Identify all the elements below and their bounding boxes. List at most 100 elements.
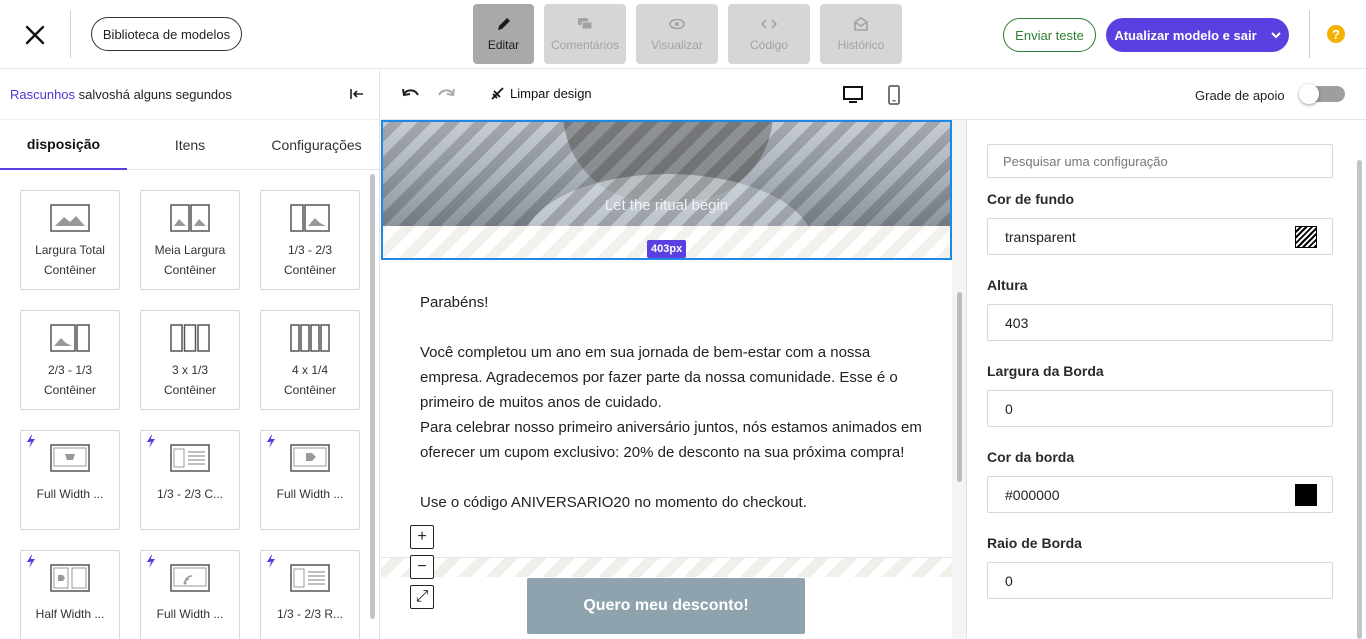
bolt-icon bbox=[27, 554, 35, 568]
layout-item-third-text[interactable]: 1/3 - 2/3 C... bbox=[140, 430, 240, 530]
collapse-panel-icon[interactable] bbox=[349, 86, 365, 102]
divider bbox=[70, 10, 71, 58]
layout-thumbnail-icon bbox=[50, 324, 90, 352]
transparent-swatch[interactable] bbox=[1295, 226, 1317, 248]
layout-item-three[interactable]: 3 x 1/3 Contêiner bbox=[140, 310, 240, 410]
settings-search-input[interactable]: Pesquisar uma configuração bbox=[987, 144, 1333, 178]
field-value: 0 bbox=[1005, 572, 1013, 589]
drafts-link[interactable]: Rascunhos bbox=[10, 87, 75, 102]
template-library-button[interactable]: Biblioteca de modelos bbox=[91, 17, 242, 51]
background-color-input[interactable]: transparent bbox=[987, 218, 1333, 255]
mode-label: Código bbox=[749, 38, 789, 52]
hero-image-block[interactable]: Let the ritual begin 403px bbox=[381, 120, 952, 260]
email-canvas: Let the ritual begin 403px Parabéns! Voc… bbox=[381, 120, 966, 639]
layout-thumbnail-icon bbox=[170, 564, 210, 592]
layout-item-third-rss[interactable]: 1/3 - 2/3 R... bbox=[260, 550, 360, 639]
discount-cta-button[interactable]: Quero meu desconto! bbox=[527, 578, 805, 634]
left-scrollbar[interactable] bbox=[370, 174, 375, 619]
zoom-in-button[interactable]: + bbox=[410, 525, 434, 549]
layout-item-label: Largura Total Contêiner bbox=[35, 243, 105, 277]
text-block[interactable]: Parabéns! Você completou um ano em sua j… bbox=[420, 290, 930, 515]
chevron-down-icon[interactable] bbox=[1270, 31, 1281, 39]
paragraph: Use o código ANIVERSARIO20 no momento do… bbox=[420, 494, 807, 511]
layout-item-two-third[interactable]: 2/3 - 1/3 Contêiner bbox=[20, 310, 120, 410]
layout-item-label: Full Width ... bbox=[36, 487, 104, 501]
mobile-icon[interactable] bbox=[883, 84, 905, 106]
tab-layout[interactable]: disposição bbox=[0, 120, 127, 170]
layout-item-third-two[interactable]: 1/3 - 2/3 Contêiner bbox=[260, 190, 360, 290]
color-swatch[interactable] bbox=[1295, 484, 1317, 506]
border-radius-input[interactable]: 0 bbox=[987, 562, 1333, 599]
layout-item-full[interactable]: Largura Total Contêiner bbox=[20, 190, 120, 290]
layout-thumbnail-icon bbox=[170, 444, 210, 472]
border-width-input[interactable]: 0 bbox=[987, 390, 1333, 427]
undo-icon[interactable] bbox=[400, 84, 422, 106]
draft-status: Rascunhos salvoshá alguns segundos bbox=[10, 87, 232, 102]
mode-comments-button[interactable]: Comentários bbox=[544, 4, 626, 64]
comments-icon bbox=[578, 18, 593, 30]
fit-screen-button[interactable]: ⤢ bbox=[410, 585, 434, 609]
code-icon bbox=[761, 19, 777, 29]
zoom-out-button[interactable]: − bbox=[410, 555, 434, 579]
layout-item-half-tag[interactable]: Half Width ... bbox=[20, 550, 120, 639]
mode-preview-button[interactable]: Visualizar bbox=[636, 4, 718, 64]
mode-switcher: Editar Comentários Visualizar Código His… bbox=[473, 4, 902, 64]
hero-caption: Let the ritual begin bbox=[604, 197, 729, 214]
layout-item-label: 1/3 - 2/3 R... bbox=[276, 607, 344, 621]
border-radius-label: Raio de Borda bbox=[987, 535, 1082, 551]
layout-thumbnail-icon bbox=[50, 444, 90, 472]
layout-item-full-cart[interactable]: Full Width ... bbox=[20, 430, 120, 530]
update-template-button[interactable]: Atualizar modelo e sair bbox=[1106, 18, 1289, 52]
tab-items[interactable]: Itens bbox=[127, 120, 253, 170]
layout-item-label: Meia Largura Contêiner bbox=[154, 243, 226, 277]
layout-thumbnail-icon bbox=[50, 204, 90, 232]
mode-label: Editar bbox=[487, 38, 520, 52]
draft-saved-text: salvoshá alguns segundos bbox=[75, 87, 232, 102]
redo-icon[interactable] bbox=[435, 84, 457, 106]
border-color-label: Cor da borda bbox=[987, 449, 1075, 465]
close-icon[interactable] bbox=[22, 22, 48, 48]
mode-history-button[interactable]: Histórico bbox=[820, 4, 902, 64]
pencil-icon bbox=[497, 18, 510, 30]
bolt-icon bbox=[147, 434, 155, 448]
border-width-label: Largura da Borda bbox=[987, 363, 1104, 379]
layout-item-label: 3 x 1/3 Contêiner bbox=[163, 363, 217, 397]
send-test-button[interactable]: Enviar teste bbox=[1003, 18, 1096, 52]
clear-design-label: Limpar design bbox=[510, 86, 592, 101]
paragraph: Para celebrar nosso primeiro aniversário… bbox=[420, 419, 922, 461]
layout-thumbnail-icon bbox=[290, 204, 330, 232]
mode-label: Visualizar bbox=[651, 38, 703, 52]
height-label: Altura bbox=[987, 277, 1028, 293]
mode-code-button[interactable]: Código bbox=[728, 4, 810, 64]
layout-item-label: Full Width ... bbox=[156, 607, 224, 621]
canvas-scrollbar[interactable] bbox=[957, 292, 962, 482]
support-grid-toggle[interactable] bbox=[1299, 84, 1345, 104]
eraser-icon bbox=[491, 87, 504, 100]
layout-item-half[interactable]: Meia Largura Contêiner bbox=[140, 190, 240, 290]
height-input[interactable]: 403 bbox=[987, 304, 1333, 341]
layout-thumbnail-icon bbox=[50, 564, 90, 592]
field-value: 0 bbox=[1005, 400, 1013, 417]
layout-thumbnail-icon bbox=[290, 564, 330, 592]
paragraph: Parabéns! bbox=[420, 294, 489, 311]
layout-item-four[interactable]: 4 x 1/4 Contêiner bbox=[260, 310, 360, 410]
clear-design-button[interactable]: Limpar design bbox=[491, 86, 592, 101]
layout-item-label: Full Width ... bbox=[276, 487, 344, 501]
height-badge: 403px bbox=[647, 240, 687, 258]
settings-scrollbar[interactable] bbox=[1357, 160, 1362, 639]
field-value: #000000 bbox=[1005, 486, 1060, 503]
help-icon[interactable]: ? bbox=[1327, 25, 1345, 43]
layout-thumbnail-icon bbox=[170, 324, 210, 352]
hero-image: Let the ritual begin bbox=[383, 122, 950, 226]
canvas-toolbar: Limpar design Grade de apoio bbox=[381, 69, 1366, 120]
layout-item-full-rss[interactable]: Full Width ... bbox=[140, 550, 240, 639]
desktop-icon[interactable] bbox=[842, 84, 864, 106]
divider-block[interactable] bbox=[381, 557, 952, 577]
tab-settings[interactable]: Configurações bbox=[253, 120, 379, 170]
bolt-icon bbox=[147, 554, 155, 568]
border-color-input[interactable]: #000000 bbox=[987, 476, 1333, 513]
mode-edit-button[interactable]: Editar bbox=[473, 4, 534, 64]
layout-item-full-tag[interactable]: Full Width ... bbox=[260, 430, 360, 530]
background-color-label: Cor de fundo bbox=[987, 191, 1075, 207]
